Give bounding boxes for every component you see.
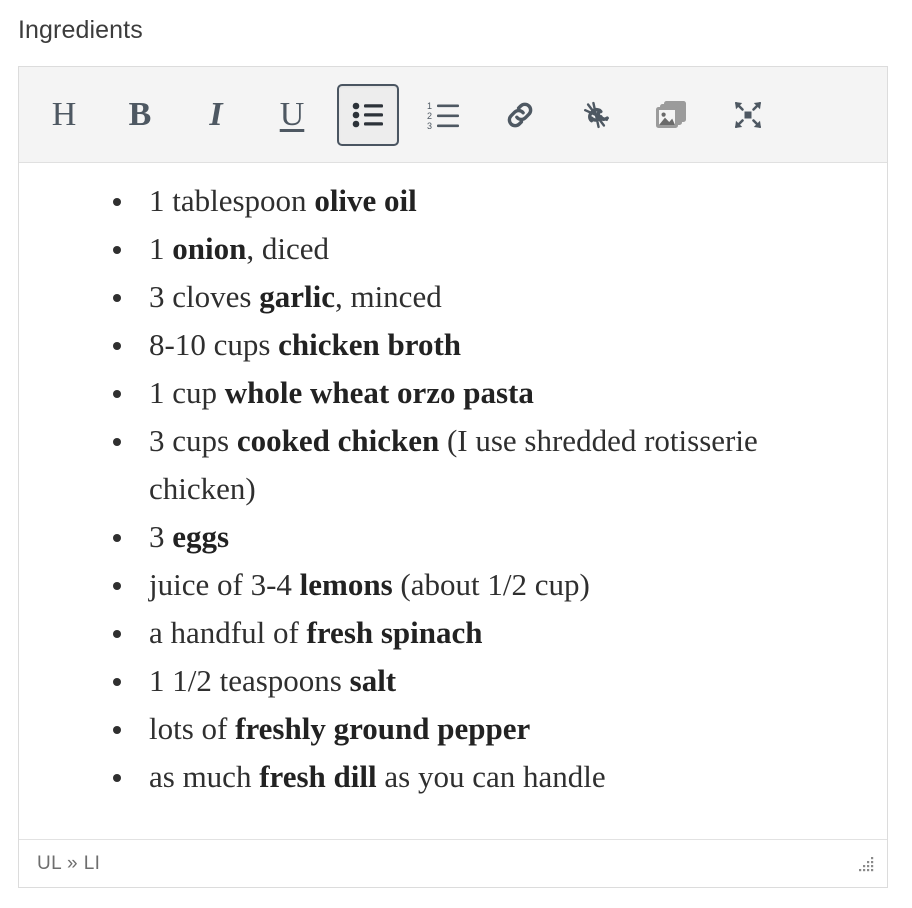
bullet-list-icon bbox=[352, 102, 384, 128]
link-icon bbox=[503, 98, 537, 132]
item-bold-text: eggs bbox=[172, 519, 230, 554]
editor-content-area[interactable]: 1 tablespoon olive oil 1 onion, diced 3 cl… bbox=[19, 163, 887, 839]
fullscreen-button[interactable] bbox=[717, 84, 779, 146]
svg-text:1: 1 bbox=[427, 101, 432, 111]
item-bold-text: garlic bbox=[259, 279, 335, 314]
list-item[interactable]: juice of 3-4 lemons (about 1/2 cup) bbox=[111, 561, 861, 609]
image-gallery-icon bbox=[655, 99, 689, 131]
bold-icon: B bbox=[128, 95, 152, 133]
item-bold-text: onion bbox=[172, 231, 247, 266]
item-bold-text: salt bbox=[349, 663, 397, 698]
underline-button[interactable]: U bbox=[261, 84, 323, 146]
item-prefix-text: as much bbox=[149, 759, 260, 794]
numbered-list-icon: 1 2 3 bbox=[427, 101, 461, 129]
item-bold-text: fresh dill bbox=[259, 759, 377, 794]
page-title: Ingredients bbox=[18, 16, 143, 44]
heading-icon: H bbox=[51, 95, 77, 133]
item-prefix-text: lots of bbox=[149, 711, 236, 746]
fullscreen-icon bbox=[732, 99, 764, 131]
svg-text:2: 2 bbox=[427, 111, 432, 121]
item-prefix-text: a handful of bbox=[149, 615, 307, 650]
unlink-icon bbox=[579, 98, 613, 132]
item-prefix-text: 3 bbox=[149, 519, 173, 554]
numbered-list-button[interactable]: 1 2 3 bbox=[413, 84, 475, 146]
remove-link-button[interactable] bbox=[565, 84, 627, 146]
list-item[interactable]: 3 eggs bbox=[111, 513, 861, 561]
bold-button[interactable]: B bbox=[109, 84, 171, 146]
item-bold-text: whole wheat orzo pasta bbox=[224, 375, 534, 410]
item-bold-text: lemons bbox=[299, 567, 393, 602]
item-bold-text: freshly ground pepper bbox=[235, 711, 531, 746]
list-item[interactable]: a handful of fresh spinach bbox=[111, 609, 861, 657]
bullet-list-button[interactable] bbox=[337, 83, 399, 146]
insert-link-button[interactable] bbox=[489, 84, 551, 146]
italic-button[interactable]: I bbox=[185, 84, 247, 146]
list-item[interactable]: 1 cup whole wheat orzo pasta bbox=[111, 369, 861, 417]
item-prefix-text: 1 tablespoon bbox=[149, 183, 315, 218]
rich-text-editor: H B I U 1 2 3 1 tablespoon olive oil 1 o… bbox=[18, 66, 888, 888]
list-item[interactable]: as much fresh dill as you can handle bbox=[111, 753, 861, 801]
resize-grip-icon[interactable] bbox=[857, 855, 875, 873]
item-bold-text: chicken broth bbox=[278, 327, 462, 362]
item-suffix-text: , minced bbox=[334, 279, 442, 314]
list-item[interactable]: 3 cups cooked chicken (I use shredded ro… bbox=[111, 417, 861, 513]
ingredients-list[interactable]: 1 tablespoon olive oil 1 onion, diced 3 cl… bbox=[45, 177, 861, 801]
editor-toolbar: H B I U 1 2 3 bbox=[19, 67, 887, 163]
element-path-breadcrumb[interactable]: UL » LI bbox=[37, 853, 100, 875]
item-bold-text: fresh spinach bbox=[306, 615, 483, 650]
list-item[interactable]: 3 cloves garlic, minced bbox=[111, 273, 861, 321]
item-prefix-text: 8-10 cups bbox=[149, 327, 279, 362]
underline-icon: U bbox=[279, 95, 305, 133]
italic-icon: I bbox=[209, 95, 223, 133]
item-bold-text: cooked chicken bbox=[236, 423, 440, 458]
editor-page: Ingredients H B I U 1 2 3 1 tablespoon o… bbox=[0, 0, 912, 908]
svg-text:3: 3 bbox=[427, 121, 432, 129]
item-prefix-text: 3 cups bbox=[149, 423, 237, 458]
item-suffix-text: as you can handle bbox=[376, 759, 606, 794]
list-item[interactable]: 8-10 cups chicken broth bbox=[111, 321, 861, 369]
editor-status-bar: UL » LI bbox=[19, 839, 887, 887]
item-suffix-text: (about 1/2 cup) bbox=[392, 567, 590, 602]
item-prefix-text: 1 1/2 teaspoons bbox=[149, 663, 350, 698]
list-item[interactable]: lots of freshly ground pepper bbox=[111, 705, 861, 753]
item-prefix-text: juice of 3-4 bbox=[149, 567, 300, 602]
item-prefix-text: 1 cup bbox=[149, 375, 225, 410]
item-suffix-text: , diced bbox=[246, 231, 329, 266]
list-item[interactable]: 1 1/2 teaspoons salt bbox=[111, 657, 861, 705]
item-prefix-text: 1 bbox=[149, 231, 173, 266]
item-bold-text: olive oil bbox=[314, 183, 417, 218]
list-item[interactable]: 1 tablespoon olive oil bbox=[111, 177, 861, 225]
heading-button[interactable]: H bbox=[33, 84, 95, 146]
list-item[interactable]: 1 onion, diced bbox=[111, 225, 861, 273]
item-prefix-text: 3 cloves bbox=[149, 279, 260, 314]
insert-image-button[interactable] bbox=[641, 84, 703, 146]
